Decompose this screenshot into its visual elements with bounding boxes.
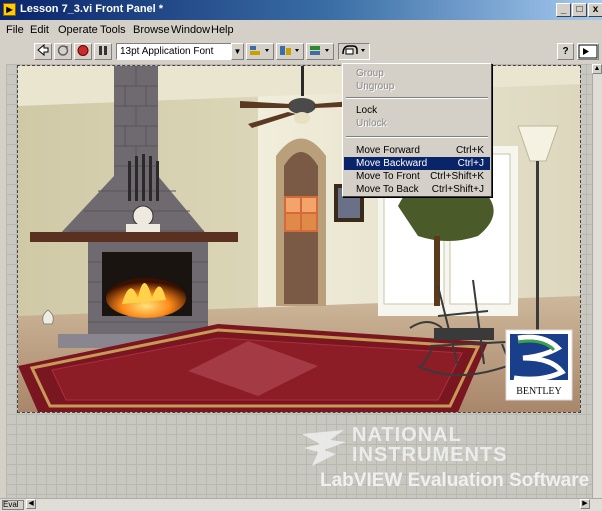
reorder-objects-icon[interactable] (338, 43, 370, 60)
minimize-button[interactable]: _ (556, 3, 571, 17)
scroll-right-arrow-icon[interactable]: ▶ (580, 499, 590, 509)
ni-watermark: NATIONAL INSTRUMENTS LabVIEW Evaluation … (300, 424, 589, 494)
distribute-objects-icon[interactable] (276, 43, 304, 60)
menu-window[interactable]: Window (171, 24, 210, 36)
window-title: Lesson 7_3.vi Front Panel * (20, 3, 164, 15)
scroll-up-arrow-icon[interactable]: ▲ (592, 64, 602, 74)
menu-edit[interactable]: Edit (30, 24, 49, 36)
font-dropdown-arrow-icon[interactable]: ▼ (231, 43, 244, 60)
decoration-image[interactable]: BENTLEY (17, 65, 581, 413)
menu-file[interactable]: File (6, 24, 24, 36)
ni-eagle-icon (302, 430, 346, 466)
font-selector[interactable]: 13pt Application Font (116, 43, 244, 60)
menu-item-move-to-back[interactable]: Move To Back Ctrl+Shift+J (344, 183, 490, 196)
menu-separator (346, 136, 488, 138)
toolbar: 13pt Application Font ▼ ? (0, 40, 602, 64)
menu-item-unlock[interactable]: Unlock (344, 117, 490, 130)
resize-objects-icon[interactable] (306, 43, 334, 60)
vi-connector-icon (577, 43, 599, 60)
bentley-logo-text: BENTLEY (516, 386, 562, 397)
menu-item-lock[interactable]: Lock (344, 104, 490, 117)
title-bar[interactable]: ▶ Lesson 7_3.vi Front Panel * _ □ x (0, 0, 602, 20)
font-selector-value: 13pt Application Font (120, 46, 214, 57)
scroll-left-arrow-icon[interactable]: ◀ (26, 499, 36, 509)
menu-bar: File Edit Operate Tools Browse Window He… (0, 22, 602, 38)
menu-help[interactable]: Help (211, 24, 234, 36)
run-arrow-icon[interactable] (34, 43, 52, 60)
menu-item-group[interactable]: Group (344, 67, 490, 80)
watermark-instruments: INSTRUMENTS (352, 444, 508, 466)
menu-operate[interactable]: Operate (58, 24, 98, 36)
watermark-labview-eval: LabVIEW Evaluation Software (320, 470, 590, 491)
run-continuous-icon[interactable] (54, 43, 72, 60)
close-button[interactable]: x (588, 3, 602, 17)
menu-item-move-backward[interactable]: Move Backward Ctrl+J (344, 157, 490, 170)
context-help-button[interactable]: ? (557, 43, 574, 60)
pause-icon[interactable] (94, 43, 112, 60)
abort-icon[interactable] (74, 43, 92, 60)
menu-item-ungroup[interactable]: Ungroup (344, 80, 490, 93)
reorder-menu: Group Ungroup Lock Unlock Move Forward Ct… (342, 63, 492, 197)
maximize-button[interactable]: □ (572, 3, 587, 17)
menu-separator (346, 97, 488, 99)
eval-indicator: Eval (2, 500, 24, 510)
labview-front-panel-window: ▶ Lesson 7_3.vi Front Panel * _ □ x File… (0, 0, 602, 511)
menu-browse[interactable]: Browse (133, 24, 170, 36)
menu-tools[interactable]: Tools (100, 24, 126, 36)
horizontal-scrollbar[interactable]: Eval ◀ ▶ (0, 498, 602, 511)
menu-item-move-to-front[interactable]: Move To Front Ctrl+Shift+K (344, 170, 490, 183)
living-room-illustration: BENTLEY (18, 66, 580, 412)
vertical-scrollbar[interactable]: ▲ (592, 64, 602, 498)
align-objects-icon[interactable] (246, 43, 274, 60)
menu-item-move-forward[interactable]: Move Forward Ctrl+K (344, 144, 490, 157)
vi-icon: ▶ (3, 3, 16, 16)
